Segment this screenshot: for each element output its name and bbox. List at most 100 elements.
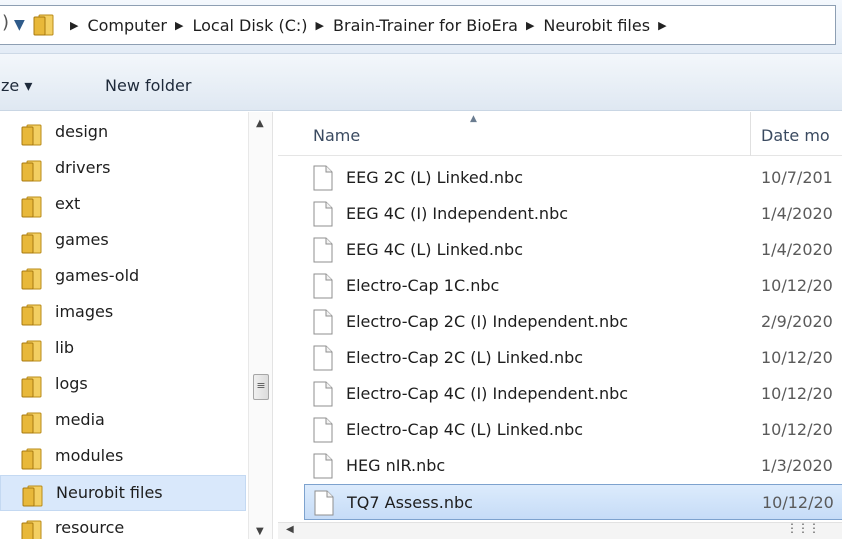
file-date-modified: 10/12/20 (762, 493, 834, 512)
file-name: HEG nIR.nbc (346, 456, 446, 475)
chevron-right-icon[interactable]: ▶ (62, 19, 87, 32)
sidebar-item[interactable]: modules (0, 439, 246, 475)
sort-ascending-icon: ▲ (470, 114, 477, 124)
sidebar-item-label: modules (55, 446, 124, 465)
file-row[interactable]: TQ7 Assess.nbc 10/12/20 (304, 484, 842, 520)
file-row[interactable]: EEG 2C (L) Linked.nbc 10/7/201 (304, 160, 842, 196)
document-icon (312, 417, 334, 447)
sidebar-item[interactable]: design (0, 115, 246, 151)
sidebar-item-label: lib (55, 338, 75, 357)
file-row[interactable]: Electro-Cap 2C (L) Linked.nbc 10/12/20 (304, 340, 842, 376)
document-icon (312, 345, 334, 375)
sidebar-item[interactable]: media (0, 403, 246, 439)
sidebar-item-label: resource (55, 518, 125, 537)
address-bar: ) ▼ ▶ Computer ▶ Local Disk (C:) ▶ Brain-Train… (0, 0, 842, 54)
folder-icon (21, 268, 45, 294)
document-icon (312, 381, 334, 411)
document-icon (312, 201, 334, 231)
recent-locations-button[interactable]: ) ▼ (2, 12, 28, 36)
file-row[interactable]: EEG 4C (L) Linked.nbc 1/4/2020 (304, 232, 842, 268)
document-icon (312, 309, 334, 339)
address-box[interactable]: ) ▼ ▶ Computer ▶ Local Disk (C:) ▶ Brain-Train… (0, 5, 836, 45)
sidebar-item[interactable]: resource (0, 511, 246, 539)
column-header-date-modified[interactable]: Date mo (761, 126, 830, 145)
column-header-name[interactable]: Name (313, 126, 360, 145)
file-name: TQ7 Assess.nbc (347, 493, 473, 512)
sidebar-item[interactable]: ext (0, 187, 246, 223)
scroll-grip-icon[interactable]: ⋮⋮⋮ (786, 521, 820, 535)
breadcrumb-item[interactable]: Neurobit files (543, 16, 650, 35)
chevron-right-icon[interactable]: ▶ (518, 19, 543, 32)
sidebar-item-label: media (55, 410, 105, 429)
sidebar-item-label: Neurobit files (56, 483, 163, 502)
file-date-modified: 1/3/2020 (761, 456, 833, 475)
breadcrumb-item[interactable]: Local Disk (C:) (192, 16, 307, 35)
file-row[interactable]: Electro-Cap 2C (I) Independent.nbc 2/9/20… (304, 304, 842, 340)
file-date-modified: 1/4/2020 (761, 204, 833, 223)
file-date-modified: 10/12/20 (761, 420, 833, 439)
scroll-up-icon[interactable]: ▲ (256, 118, 264, 129)
chevron-down-icon: ▼ (14, 17, 25, 33)
command-bar: ze ▾ New folder (0, 54, 842, 111)
folder-icon (21, 520, 45, 539)
sidebar-item[interactable]: images (0, 295, 246, 331)
file-date-modified: 1/4/2020 (761, 240, 833, 259)
new-folder-button[interactable]: New folder (105, 76, 191, 95)
chevron-right-icon[interactable]: ▶ (650, 19, 675, 32)
file-name: EEG 4C (L) Linked.nbc (346, 240, 523, 259)
chevron-right-icon[interactable]: ▶ (167, 19, 192, 32)
chevron-right-icon[interactable]: ▶ (308, 19, 333, 32)
file-name: Electro-Cap 1C.nbc (346, 276, 500, 295)
column-header-row: ▲ Name Date mo (278, 112, 842, 156)
folder-icon (21, 412, 45, 438)
file-name: Electro-Cap 4C (I) Independent.nbc (346, 384, 629, 403)
folder-icon (21, 340, 45, 366)
breadcrumb: ▶ Computer ▶ Local Disk (C:) ▶ Brain-Trainer … (62, 6, 676, 44)
scroll-down-icon[interactable]: ▼ (256, 526, 264, 537)
folder-icon (21, 160, 45, 186)
breadcrumb-item[interactable]: Brain-Trainer for BioEra (333, 16, 518, 35)
file-date-modified: 10/12/20 (761, 348, 833, 367)
document-icon (312, 453, 334, 483)
file-name: Electro-Cap 2C (L) Linked.nbc (346, 348, 584, 367)
file-date-modified: 10/12/20 (761, 276, 833, 295)
sidebar-item-label: logs (55, 374, 88, 393)
file-row[interactable]: Electro-Cap 1C.nbc 10/12/20 (304, 268, 842, 304)
breadcrumb-item[interactable]: Computer (87, 16, 167, 35)
folder-icon (33, 14, 57, 40)
sidebar-item-label: ext (55, 194, 81, 213)
sidebar-item[interactable]: drivers (0, 151, 246, 187)
scroll-thumb[interactable]: ≡ (253, 374, 269, 400)
sidebar-item[interactable]: games (0, 223, 246, 259)
folder-icon (21, 448, 45, 474)
sidebar-item[interactable]: Neurobit files (0, 475, 246, 511)
horizontal-scrollbar[interactable]: ◀ ⋮⋮⋮ (278, 521, 842, 539)
folder-icon (22, 485, 46, 511)
sidebar-item-label: games (55, 230, 109, 249)
file-date-modified: 10/7/201 (761, 168, 833, 187)
organize-button[interactable]: ze ▾ (1, 76, 32, 95)
folder-icon (21, 196, 45, 222)
sidebar-item-label: design (55, 122, 109, 141)
sidebar-item[interactable]: logs (0, 367, 246, 403)
file-list: ▲ Name Date mo EEG 2C (L) Linked.nbc 10/7… (278, 112, 842, 539)
column-divider[interactable] (750, 112, 751, 156)
navigation-pane: design drivers ext games games-old images lib l… (0, 112, 272, 539)
document-icon (313, 490, 335, 520)
file-name: Electro-Cap 2C (I) Independent.nbc (346, 312, 629, 331)
file-row[interactable]: EEG 4C (I) Independent.nbc 1/4/2020 (304, 196, 842, 232)
document-icon (312, 273, 334, 303)
scroll-left-icon[interactable]: ◀ (286, 524, 294, 535)
sidebar-item[interactable]: lib (0, 331, 246, 367)
folder-icon (21, 232, 45, 258)
sidebar-item[interactable]: games-old (0, 259, 246, 295)
file-row[interactable]: Electro-Cap 4C (I) Independent.nbc 10/12/… (304, 376, 842, 412)
folder-icon (21, 124, 45, 150)
document-icon (312, 165, 334, 195)
folder-icon (21, 304, 45, 330)
file-name: EEG 4C (I) Independent.nbc (346, 204, 569, 223)
nav-vertical-scrollbar[interactable]: ▲ ≡ ▼ (248, 112, 272, 539)
file-row[interactable]: Electro-Cap 4C (L) Linked.nbc 10/12/20 (304, 412, 842, 448)
file-name: Electro-Cap 4C (L) Linked.nbc (346, 420, 584, 439)
file-row[interactable]: HEG nIR.nbc 1/3/2020 (304, 448, 842, 484)
